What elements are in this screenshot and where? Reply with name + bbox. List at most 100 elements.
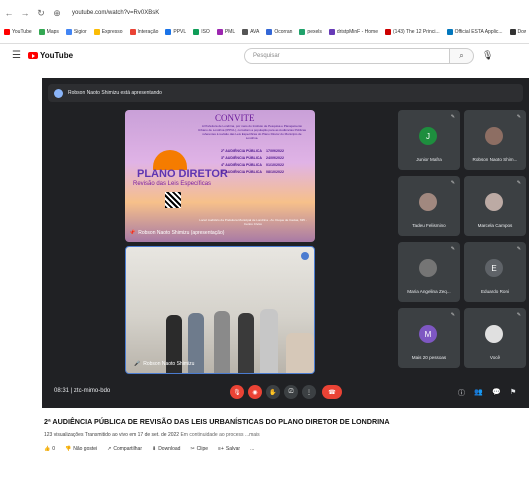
mic-status-icon: ✎ bbox=[450, 114, 455, 120]
menu-icon[interactable]: ☰ bbox=[12, 50, 21, 61]
video-player[interactable]: Robson Naoto Shimizu está apresentando C… bbox=[42, 78, 529, 486]
more-options-icon[interactable]: ⋮ bbox=[302, 385, 316, 399]
search-input[interactable]: Pesquisar bbox=[244, 48, 450, 64]
slide-footer: Local: Auditório da Prefeitura Municipal… bbox=[199, 218, 307, 226]
presenter-text: Robson Naoto Shimizu está apresentando bbox=[68, 90, 162, 96]
chat-icon[interactable]: 💬 bbox=[492, 388, 501, 396]
camera-tile: 🎤 Robson Naoto Shimizu bbox=[125, 246, 315, 374]
save-button[interactable]: ≡+ Salvar bbox=[218, 446, 240, 452]
share-button[interactable]: ↗ Compartilhar bbox=[107, 446, 142, 452]
raise-hand-icon[interactable]: ✋ bbox=[266, 385, 280, 399]
bookmark-item[interactable]: dristpMinF - Home bbox=[328, 29, 378, 35]
participant-tile[interactable]: ✎ J Junior Mafra bbox=[398, 110, 460, 170]
video-title: 2ª AUDIÊNCIA PÚBLICA DE REVISÃO DAS LEIS… bbox=[44, 417, 390, 426]
bookmark-label: Interação bbox=[137, 29, 159, 35]
bookmark-icon bbox=[165, 29, 172, 35]
bookmark-item[interactable]: YouTube bbox=[4, 29, 32, 35]
back-icon[interactable]: ← bbox=[4, 8, 14, 18]
bookmark-item[interactable]: PML bbox=[216, 29, 236, 35]
audience-item: 3ª AUDIÊNCIA PÚBLICA 24/09/2022 bbox=[221, 155, 311, 162]
mic-toggle-icon[interactable]: 🎙 bbox=[230, 385, 244, 399]
participant-name: Maria Angelina Zeq... bbox=[407, 289, 451, 294]
bookmark-item[interactable]: Sigior bbox=[65, 29, 87, 35]
mic-status-icon: ✎ bbox=[450, 180, 455, 186]
bookmark-icon bbox=[129, 29, 136, 35]
download-label: Download bbox=[158, 446, 181, 452]
bookmark-label: PML bbox=[224, 29, 236, 35]
download-button[interactable]: ⬇ Download bbox=[152, 446, 180, 452]
bookmark-icon bbox=[385, 29, 391, 35]
bookmark-label: (143) The 12 Princi... bbox=[393, 29, 440, 35]
bookmark-item[interactable]: Download bbox=[509, 29, 526, 35]
participant-tile[interactable]: ✎ Marcela Campos bbox=[464, 176, 526, 236]
thumbs-up-icon: 👍 bbox=[44, 446, 51, 452]
bookmark-item[interactable]: Interação bbox=[129, 29, 159, 35]
participant-tile[interactable]: ✎ Você bbox=[464, 308, 526, 368]
more-actions-button[interactable]: ... bbox=[250, 446, 254, 452]
participant-tile[interactable]: ✎ E Eduardo Roni bbox=[464, 242, 526, 302]
save-icon: ≡+ bbox=[218, 446, 224, 452]
youtube-header: ☰ YouTube Pesquisar ⌕ 🎙 bbox=[0, 44, 529, 68]
meeting-code: ztc-mimo-bdo bbox=[73, 388, 111, 394]
bookmark-item[interactable]: pexels bbox=[299, 29, 322, 35]
bookmark-item[interactable]: Maps bbox=[38, 29, 59, 35]
audience-name: 3ª AUDIÊNCIA PÚBLICA bbox=[221, 156, 262, 160]
mic-status-icon: ✎ bbox=[516, 180, 521, 186]
bookmarks-bar: YouTube Maps Sigior Expresso Interação PPVL IS… bbox=[4, 26, 526, 38]
address-bar[interactable]: youtube.com/watch?v=Rv0XBsK bbox=[72, 10, 159, 16]
reload-icon[interactable]: ↻ bbox=[36, 8, 46, 19]
people-icon[interactable]: 👥 bbox=[474, 388, 483, 396]
bookmark-item[interactable]: PPVL bbox=[165, 29, 186, 35]
youtube-logo[interactable]: YouTube bbox=[28, 51, 73, 60]
like-button[interactable]: 👍 0 bbox=[44, 446, 55, 452]
audience-date: 08/10/2022 bbox=[266, 170, 284, 174]
bookmark-label: Expresso bbox=[101, 29, 123, 35]
camera-name-text: Robson Naoto Shimizu bbox=[143, 361, 195, 367]
forward-icon[interactable]: → bbox=[20, 8, 30, 18]
sound-indicator-icon bbox=[301, 252, 309, 260]
bookmark-item[interactable]: AVA bbox=[242, 29, 259, 35]
bookmark-icon bbox=[193, 29, 200, 35]
bookmark-label: YouTube bbox=[12, 29, 32, 35]
camera-toggle-icon[interactable]: ◉ bbox=[248, 385, 262, 399]
audience-date: 24/09/2022 bbox=[266, 156, 284, 160]
bookmark-label: dristpMinF - Home bbox=[336, 29, 378, 35]
audience-name: 2ª AUDIÊNCIA PÚBLICA bbox=[221, 149, 262, 153]
mic-status-icon: ✎ bbox=[450, 246, 455, 252]
mouse-cursor-icon: ➤ bbox=[448, 479, 454, 486]
bookmark-label: PPVL bbox=[173, 29, 187, 35]
description-more[interactable]: Em continuidade ao process ...mais bbox=[180, 432, 259, 438]
audience-date: 01/10/2022 bbox=[266, 163, 284, 167]
microphone-icon[interactable]: 🎙 bbox=[482, 50, 493, 61]
participant-tile[interactable]: ✎ Robson Naoto Shim... bbox=[464, 110, 526, 170]
bookmark-item[interactable]: (143) The 12 Princi... bbox=[385, 29, 440, 35]
video-meta: 123 visualizações Transmitido ao vivo em… bbox=[44, 432, 260, 438]
youtube-play-icon bbox=[28, 52, 38, 59]
dislike-button[interactable]: 👎 Não gostei bbox=[65, 446, 97, 452]
bookmark-item[interactable]: ISO bbox=[193, 29, 210, 35]
participant-tile[interactable]: ✎ M Mais 20 pessoas bbox=[398, 308, 460, 368]
participant-tile[interactable]: ✎ Maria Angelina Zeq... bbox=[398, 242, 460, 302]
sun-graphic bbox=[153, 150, 187, 170]
audience-item: 5ª AUDIÊNCIA PÚBLICA 08/10/2022 bbox=[221, 169, 311, 176]
participant-name: Você bbox=[489, 355, 501, 360]
bookmark-icon bbox=[4, 29, 10, 35]
participant-tile[interactable]: ✎ Tadeu Felismino bbox=[398, 176, 460, 236]
bookmark-label: Maps bbox=[46, 29, 59, 35]
participant-name: Eduardo Roni bbox=[480, 289, 510, 294]
leave-call-icon[interactable]: ☎ bbox=[322, 385, 342, 399]
slide-main-title: PLANO DIRETOR bbox=[137, 168, 228, 180]
bookmark-item[interactable]: Expresso bbox=[93, 29, 123, 35]
share-icon: ↗ bbox=[107, 446, 112, 452]
info-icon[interactable]: ⓘ bbox=[458, 388, 465, 398]
clip-button[interactable]: ✂ Clipe bbox=[190, 446, 208, 452]
present-icon[interactable]: ⎚ bbox=[284, 385, 298, 399]
bookmark-item[interactable]: Official ESTA Applic... bbox=[446, 29, 503, 35]
bookmark-item[interactable]: Ocorran bbox=[266, 29, 292, 35]
share-label: Compartilhar bbox=[113, 446, 142, 452]
search-icon[interactable]: ⌕ bbox=[450, 48, 474, 64]
person-figure bbox=[238, 313, 254, 373]
activities-icon[interactable]: ⚑ bbox=[510, 388, 516, 396]
meeting-time: 08:31 bbox=[54, 388, 70, 394]
meet-controls: 08:31 | ztc-mimo-bdo 🎙 ◉ ✋ ⎚ ⋮ ☎ ⓘ 👥 💬 ⚑ bbox=[42, 378, 529, 408]
